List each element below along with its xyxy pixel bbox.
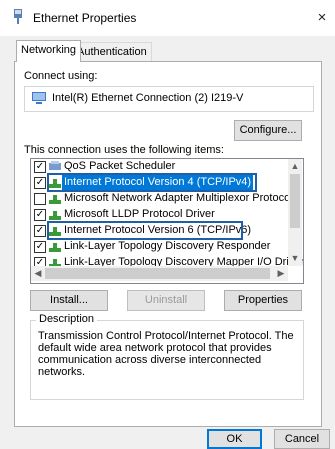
list-item-label: Microsoft LLDP Protocol Driver [64, 208, 215, 220]
horizontal-scroll-thumb[interactable] [45, 268, 270, 279]
configure-button[interactable]: Configure... [234, 120, 302, 141]
protocol-icon [49, 179, 61, 188]
checkbox[interactable]: ✓ [34, 161, 46, 173]
list-item-label: Internet Protocol Version 6 (TCP/IPv6) [64, 224, 252, 236]
description-title: Description [36, 313, 98, 325]
ethernet-icon [14, 9, 22, 24]
scroll-left-icon[interactable]: ◀ [31, 266, 45, 281]
list-item-label: QoS Packet Scheduler [64, 160, 176, 172]
checkbox[interactable]: ✓ [34, 241, 46, 253]
window-title: Ethernet Properties [33, 11, 137, 25]
uninstall-button[interactable]: Uninstall [127, 290, 205, 311]
description-text: Transmission Control Protocol/Internet P… [38, 330, 294, 378]
scroll-down-icon[interactable]: ▼ [288, 251, 302, 266]
properties-button[interactable]: Properties [224, 290, 302, 311]
list-item-label: Microsoft Network Adapter Multiplexor Pr… [64, 192, 293, 204]
network-adapter-icon [32, 92, 46, 104]
protocol-icon [49, 211, 61, 220]
checkbox[interactable]: ✓ [34, 225, 46, 237]
scroll-up-icon[interactable]: ▲ [288, 159, 302, 174]
checkbox[interactable]: ✓ [34, 209, 46, 221]
install-button[interactable]: Install... [30, 290, 108, 311]
checkbox[interactable] [34, 193, 46, 205]
scroll-right-icon[interactable]: ▶ [274, 266, 288, 281]
ok-button[interactable]: OK [207, 429, 262, 449]
protocol-icon [49, 195, 61, 204]
protocol-icon [49, 243, 61, 252]
list-item-label: Link-Layer Topology Discovery Responder [64, 240, 271, 252]
protocol-icon [49, 227, 61, 236]
adapter-name: Intel(R) Ethernet Connection (2) I219-V [52, 92, 244, 104]
cancel-button[interactable]: Cancel [274, 429, 330, 449]
qos-icon [49, 161, 61, 170]
items-label: This connection uses the following items… [24, 144, 224, 156]
close-button[interactable]: × [311, 7, 333, 29]
list-item-label: Internet Protocol Version 4 (TCP/IPv4) [62, 175, 254, 190]
tab-networking[interactable]: Networking [16, 40, 82, 62]
connect-using-label: Connect using: [24, 70, 98, 82]
vertical-scroll-thumb[interactable] [290, 174, 300, 228]
checkbox[interactable]: ✓ [34, 177, 46, 189]
tab-authentication[interactable]: Authentication [72, 42, 152, 62]
